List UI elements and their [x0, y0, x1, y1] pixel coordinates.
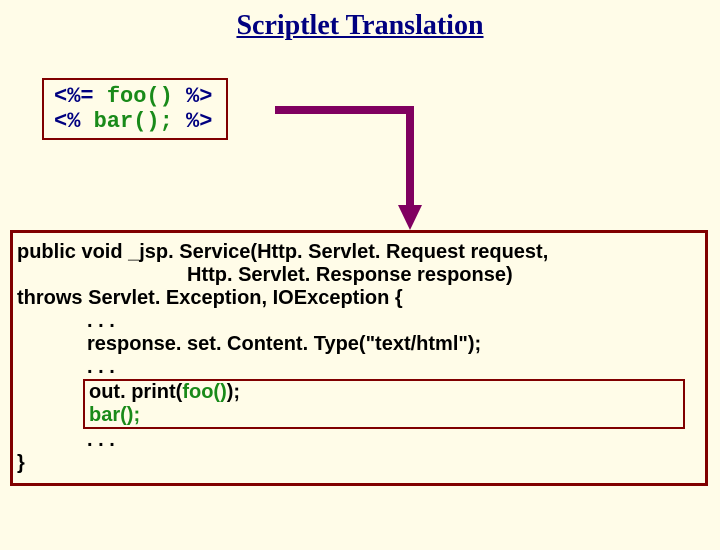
java-sig-1: public void _jsp. Service(Http. Servlet.…: [17, 241, 697, 264]
java-sig-2: Http. Servlet. Response response): [17, 264, 697, 287]
java-dots-3: . . .: [17, 429, 697, 452]
arrow-icon: [270, 105, 450, 245]
java-dots-2: . . .: [17, 356, 697, 379]
java-code-box: public void _jsp. Service(Http. Servlet.…: [10, 230, 708, 486]
java-out-print: out. print(foo());: [89, 381, 679, 404]
java-close: }: [17, 452, 697, 475]
scriptlet-code-box: <%= foo() %> <% bar(); %>: [42, 78, 228, 140]
java-dots-1: . . .: [17, 310, 697, 333]
scriptlet-line-2: <% bar(); %>: [54, 109, 212, 134]
scriptlet-line-1: <%= foo() %>: [54, 84, 212, 109]
highlight-box: out. print(foo()); bar();: [83, 379, 685, 429]
java-response: response. set. Content. Type("text/html"…: [17, 333, 697, 356]
java-sig-3: throws Servlet. Exception, IOException {: [17, 287, 697, 310]
slide-title: Scriptlet Translation: [0, 10, 720, 42]
java-bar: bar();: [89, 404, 679, 427]
